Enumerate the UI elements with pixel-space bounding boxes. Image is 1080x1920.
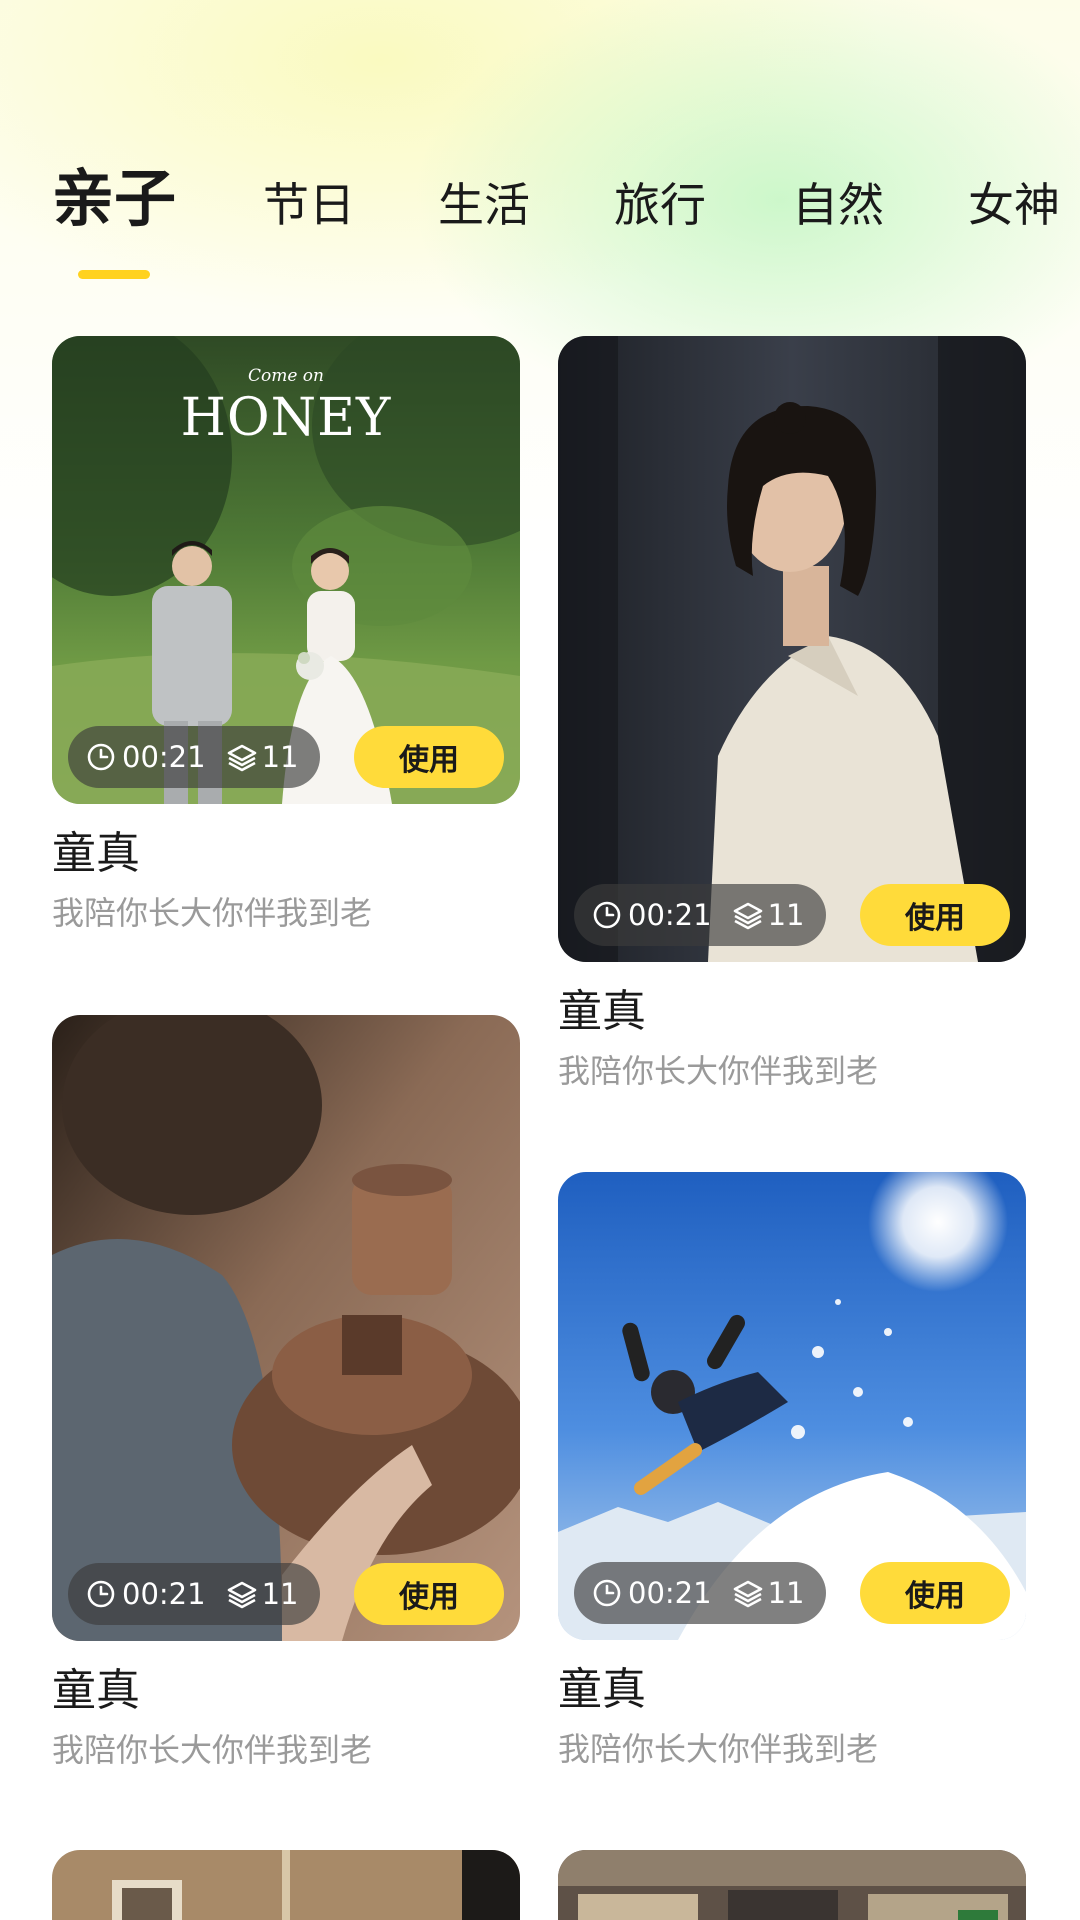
card-layers: 11 (767, 1576, 805, 1610)
tab-nature[interactable]: 自然 (792, 182, 884, 228)
template-card[interactable]: 00:21 11 使用 童真 我陪你长大你伴我到老 (558, 1172, 1026, 1768)
use-button[interactable]: 使用 (354, 1563, 504, 1625)
clock-icon (593, 1579, 621, 1607)
card-duration: 00:21 (628, 898, 712, 932)
layers-icon (733, 902, 762, 930)
overlay-line2: HONEY (180, 388, 392, 448)
overlay-line1: Come on (247, 366, 324, 386)
card-duration: 00:21 (122, 1577, 206, 1611)
layers-icon (733, 1580, 762, 1608)
card-meta-pill: 00:21 11 (574, 884, 827, 946)
use-button[interactable]: 使用 (354, 726, 504, 788)
card-duration: 00:21 (122, 740, 206, 774)
card-thumbnail[interactable]: 00:21 11 使用 (558, 1172, 1026, 1640)
template-feed-page: 亲子 节日 生活 旅行 自然 女神 Come on HONEY 00:21 11… (0, 0, 1080, 1920)
card-subtitle: 我陪你长大你伴我到老 (558, 1730, 879, 1769)
template-card[interactable]: 00:21 11 使用 童真 我陪你长大你伴我到老 (52, 1015, 520, 1769)
card-title: 童真 (558, 1664, 646, 1715)
card-subtitle: 我陪你长大你伴我到老 (52, 894, 373, 933)
card-title: 童真 (558, 986, 646, 1037)
card-meta-pill: 00:21 11 (574, 1562, 827, 1624)
template-card[interactable]: 00:21 11 使用 童真 我陪你长大你伴我到老 (558, 336, 1026, 1090)
card-subtitle: 我陪你长大你伴我到老 (52, 1731, 373, 1770)
portrait-photo (558, 336, 1026, 962)
clock-icon (593, 901, 621, 929)
tab-goddess[interactable]: 女神 (968, 182, 1060, 228)
template-card[interactable]: Come on HONEY 00:21 11 使用 童真 我陪你长大你伴我到老 (52, 336, 520, 932)
layers-icon (227, 744, 256, 772)
card-layers: 11 (261, 1577, 299, 1611)
card-title: 童真 (52, 828, 140, 879)
room-photo (52, 1850, 520, 1920)
card-subtitle: 我陪你长大你伴我到老 (558, 1052, 879, 1091)
template-card-partial[interactable] (52, 1850, 520, 1920)
clock-icon (87, 743, 115, 771)
tab-travel[interactable]: 旅行 (614, 182, 706, 228)
tab-life[interactable]: 生活 (438, 182, 530, 228)
market-photo (558, 1850, 1026, 1920)
category-tabs: 亲子 节日 生活 旅行 自然 女神 (0, 168, 1080, 288)
use-button[interactable]: 使用 (860, 884, 1010, 946)
card-thumbnail[interactable]: Come on HONEY 00:21 11 使用 (52, 336, 520, 804)
layers-icon (227, 1581, 256, 1609)
card-thumbnail[interactable]: 00:21 11 使用 (52, 1015, 520, 1641)
clock-icon (87, 1580, 115, 1608)
card-layers: 11 (767, 898, 805, 932)
card-duration: 00:21 (628, 1576, 712, 1610)
tab-parent-child[interactable]: 亲子 (52, 168, 176, 230)
card-layers: 11 (261, 740, 299, 774)
card-meta-pill: 00:21 11 (68, 726, 321, 788)
pottery-photo (52, 1015, 520, 1641)
use-button[interactable]: 使用 (860, 1562, 1010, 1624)
card-thumbnail[interactable]: 00:21 11 使用 (558, 336, 1026, 962)
active-tab-indicator (78, 270, 150, 279)
card-overlay-text: Come on HONEY (52, 366, 520, 448)
template-card-partial[interactable] (558, 1850, 1026, 1920)
tab-festival[interactable]: 节日 (263, 182, 355, 228)
card-title: 童真 (52, 1665, 140, 1716)
card-meta-pill: 00:21 11 (68, 1563, 321, 1625)
